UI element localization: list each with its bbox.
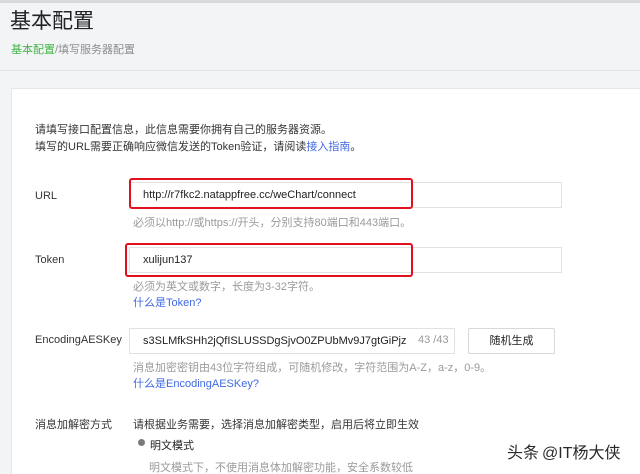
page-title: 基本配置 (10, 10, 94, 33)
top-strip (0, 0, 640, 3)
breadcrumb: 基本配置/填写服务器配置 (11, 41, 135, 57)
aes-key-char-counter: 43 /43 (418, 334, 449, 346)
aes-key-hint: 消息加密密钥由43位字符组成，可随机修改，字符范围为A-Z，a-z，0-9。 (133, 362, 492, 374)
aes-key-input[interactable]: s3SLMfkSHh2jQfISLUSSDgSjvO0ZPUbMv9J7gtGi… (129, 328, 455, 354)
url-highlight-frame (129, 178, 413, 209)
intro-guide-prefix: 填写的URL需要正确响应微信发送的Token验证，请阅读 (35, 141, 307, 153)
what-is-aes-key-link[interactable]: 什么是EncodingAESKey? (133, 375, 259, 391)
plaintext-mode-radio[interactable] (138, 439, 145, 446)
watermark-author: @IT杨大侠 (542, 445, 621, 462)
intro-text: 请填写接口配置信息，此信息需要你拥有自己的服务器资源。 (35, 124, 332, 136)
watermark: 头条 @IT杨大侠 (507, 439, 620, 463)
intro-guide-suffix: 。 (350, 141, 362, 153)
watermark-platform: 头条 (507, 445, 540, 462)
aes-key-label: EncodingAESKey (35, 334, 122, 346)
token-label: Token (35, 254, 65, 266)
plaintext-mode-label[interactable]: 明文模式 (150, 437, 194, 453)
breadcrumb-current: 填写服务器配置 (58, 44, 136, 56)
token-hint: 必须为英文或数字，长度为3-32字符。 (133, 281, 321, 293)
encryption-mode-hint: 请根据业务需要，选择消息加解密类型，启用后将立即生效 (133, 419, 419, 431)
what-is-token-link[interactable]: 什么是Token? (133, 294, 201, 310)
plaintext-mode-desc: 明文模式下，不使用消息体加解密功能，安全系数较低 (149, 462, 413, 474)
breadcrumb-home-link[interactable]: 基本配置 (11, 44, 55, 56)
url-label: URL (35, 190, 58, 202)
intro-guide-text: 填写的URL需要正确响应微信发送的Token验证，请阅读接入指南。 (35, 138, 361, 154)
token-highlight-frame (125, 243, 413, 277)
random-generate-button[interactable]: 随机生成 (468, 328, 555, 354)
access-guide-link[interactable]: 接入指南 (306, 141, 350, 153)
url-hint: 必须以http://或https://开头，分别支持80端口和443端口。 (133, 217, 412, 229)
header-divider (0, 70, 640, 71)
encryption-mode-label: 消息加解密方式 (35, 419, 112, 431)
